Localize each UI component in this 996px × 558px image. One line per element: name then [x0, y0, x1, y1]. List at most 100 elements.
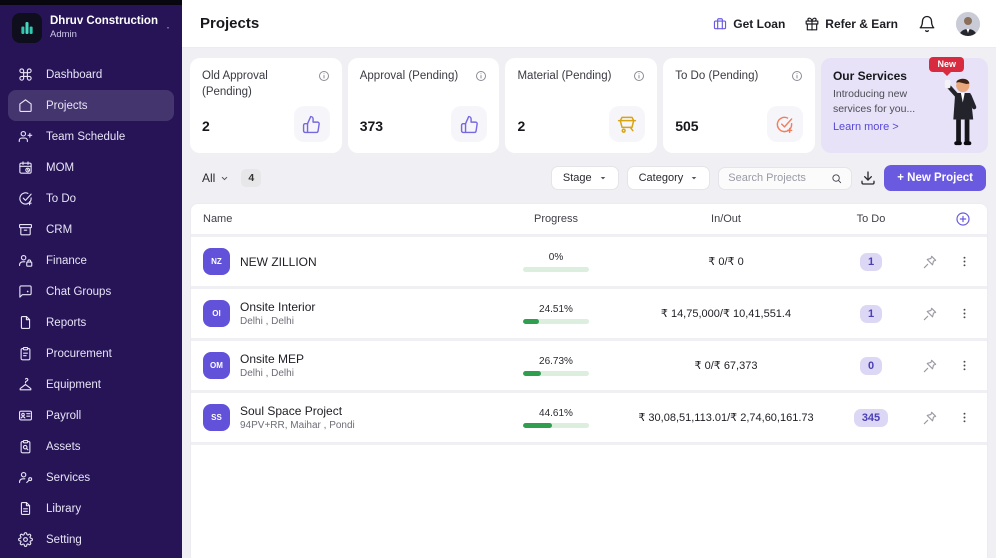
stat-value: 2	[517, 118, 526, 134]
add-column-icon[interactable]	[955, 211, 971, 227]
row-menu-icon[interactable]	[958, 307, 971, 320]
stat-card-material[interactable]: Material (Pending) 2	[505, 58, 658, 153]
material-cart-icon	[618, 116, 637, 133]
salesman-illustration	[940, 75, 978, 147]
table-row[interactable]: OM Onsite MEP Delhi , Delhi 26.73% ₹ 0/₹…	[191, 341, 987, 390]
project-name[interactable]: Onsite Interior	[240, 300, 315, 314]
table-row[interactable]: OI Onsite Interior Delhi , Delhi 24.51% …	[191, 289, 987, 338]
stage-dropdown[interactable]: Stage	[550, 166, 619, 190]
project-avatar: OM	[203, 352, 230, 379]
search-icon[interactable]	[831, 172, 842, 185]
get-loan-button[interactable]: Get Loan	[713, 17, 785, 31]
sidebar-item-label: Library	[46, 502, 82, 515]
progress-percent: 24.51%	[539, 303, 573, 315]
progress-bar	[523, 266, 589, 272]
refer-earn-button[interactable]: Refer & Earn	[805, 17, 898, 31]
company-logo	[12, 13, 42, 43]
download-icon	[861, 171, 875, 185]
sidebar: Dhruv Construction Admin Dashboard Proje…	[0, 0, 182, 558]
sidebar-item-equipment[interactable]: Equipment	[8, 369, 174, 400]
stat-title: Approval (Pending)	[359, 70, 459, 82]
bell-icon	[919, 15, 935, 32]
sidebar-item-procurement[interactable]: Procurement	[8, 338, 174, 369]
user-avatar[interactable]	[956, 11, 980, 36]
services-title: Our Services	[832, 69, 907, 83]
brand-switcher[interactable]: Dhruv Construction Admin	[0, 5, 182, 47]
sidebar-item-label: Reports	[46, 316, 87, 329]
stat-value: 505	[675, 118, 699, 134]
sidebar-item-to-do[interactable]: To Do	[8, 183, 174, 214]
info-icon[interactable]	[475, 70, 487, 82]
info-icon[interactable]	[791, 70, 803, 82]
column-header-progress[interactable]: Progress	[481, 213, 631, 225]
learn-more-link[interactable]: Learn more >	[833, 121, 899, 133]
todo-count-badge[interactable]: 345	[853, 408, 889, 427]
sidebar-item-reports[interactable]: Reports	[8, 307, 174, 338]
todo-count-badge[interactable]: 1	[859, 304, 883, 323]
info-icon[interactable]	[318, 70, 330, 82]
sidebar-item-label: Chat Groups	[46, 285, 112, 298]
sidebar-item-dashboard[interactable]: Dashboard	[8, 59, 174, 90]
project-name[interactable]: Soul Space Project	[240, 404, 355, 418]
notification-bell-button[interactable]	[918, 15, 936, 33]
progress-bar	[523, 422, 589, 428]
stat-card-todo[interactable]: To Do (Pending) 505	[663, 58, 815, 153]
pin-icon[interactable]	[922, 410, 938, 426]
todo-count-badge[interactable]: 0	[859, 356, 883, 375]
table-row[interactable]: SS Soul Space Project 94PV+RR, Maihar , …	[191, 393, 987, 442]
sidebar-item-services[interactable]: Services	[8, 462, 174, 493]
sidebar-item-chat-groups[interactable]: Chat Groups	[8, 276, 174, 307]
stat-icon-box	[293, 106, 330, 142]
stat-card-approval[interactable]: Approval (Pending) 373	[347, 58, 500, 153]
sidebar-item-label: Services	[46, 471, 91, 484]
sidebar-item-label: To Do	[46, 192, 77, 205]
archive-icon	[19, 223, 32, 236]
info-icon[interactable]	[633, 70, 645, 82]
sidebar-item-crm[interactable]: CRM	[8, 214, 174, 245]
search-input[interactable]	[728, 172, 826, 184]
search-box	[718, 166, 853, 190]
services-desc-line1: Introducing new	[832, 88, 908, 100]
row-menu-icon[interactable]	[958, 359, 971, 372]
stat-card-old-approval[interactable]: Old Approval (Pending) 2	[190, 58, 342, 153]
clipboard-search-icon	[20, 440, 31, 454]
column-header-todo[interactable]: To Do	[821, 213, 921, 225]
inout-amounts: ₹ 0/₹ 0	[708, 256, 744, 268]
caret-down-icon	[600, 177, 605, 180]
services-promo-card[interactable]: New Our Services Introducing new service…	[820, 57, 988, 153]
sidebar-item-finance[interactable]: Finance	[8, 245, 174, 276]
project-name[interactable]: NEW ZILLION	[240, 255, 317, 269]
export-download-button[interactable]	[860, 170, 876, 186]
sidebar-item-label: Assets	[46, 440, 81, 453]
column-header-name[interactable]: Name	[191, 213, 481, 225]
all-filter-dropdown[interactable]: All	[202, 171, 229, 185]
filter-toolbar: All 4 Stage Category + New Project	[190, 165, 988, 191]
project-name[interactable]: Onsite MEP	[240, 352, 304, 366]
sidebar-item-team-schedule[interactable]: Team Schedule	[8, 121, 174, 152]
company-name: Dhruv Construction	[50, 15, 158, 28]
new-project-button[interactable]: + New Project	[884, 165, 986, 191]
category-dropdown[interactable]: Category	[626, 166, 711, 190]
sidebar-item-assets[interactable]: Assets	[8, 431, 174, 462]
pin-icon[interactable]	[922, 254, 938, 270]
column-header-inout[interactable]: In/Out	[631, 213, 821, 225]
sidebar-item-payroll[interactable]: Payroll	[8, 400, 174, 431]
table-empty-area	[191, 445, 987, 558]
table-row[interactable]: NZ NEW ZILLION 0% ₹ 0/₹ 0 1	[191, 237, 987, 286]
pin-icon[interactable]	[922, 358, 938, 374]
sidebar-item-library[interactable]: Library	[8, 493, 174, 524]
sidebar-item-label: Procurement	[46, 347, 112, 360]
stat-title: To Do (Pending)	[675, 70, 759, 82]
row-menu-icon[interactable]	[958, 255, 971, 268]
content-area: Old Approval (Pending) 2 Approval (Pendi…	[182, 48, 996, 558]
sidebar-item-setting[interactable]: Setting	[8, 524, 174, 555]
sidebar-item-projects[interactable]: Projects	[8, 90, 174, 121]
todo-count-badge[interactable]: 1	[859, 252, 883, 271]
sidebar-item-label: Payroll	[46, 409, 82, 422]
pin-icon[interactable]	[922, 306, 938, 322]
row-menu-icon[interactable]	[958, 411, 971, 424]
thumbs-up-icon	[303, 115, 321, 133]
sidebar-item-mom[interactable]: MOM	[8, 152, 174, 183]
home-icon	[19, 99, 32, 112]
stat-icon-box	[451, 106, 488, 142]
